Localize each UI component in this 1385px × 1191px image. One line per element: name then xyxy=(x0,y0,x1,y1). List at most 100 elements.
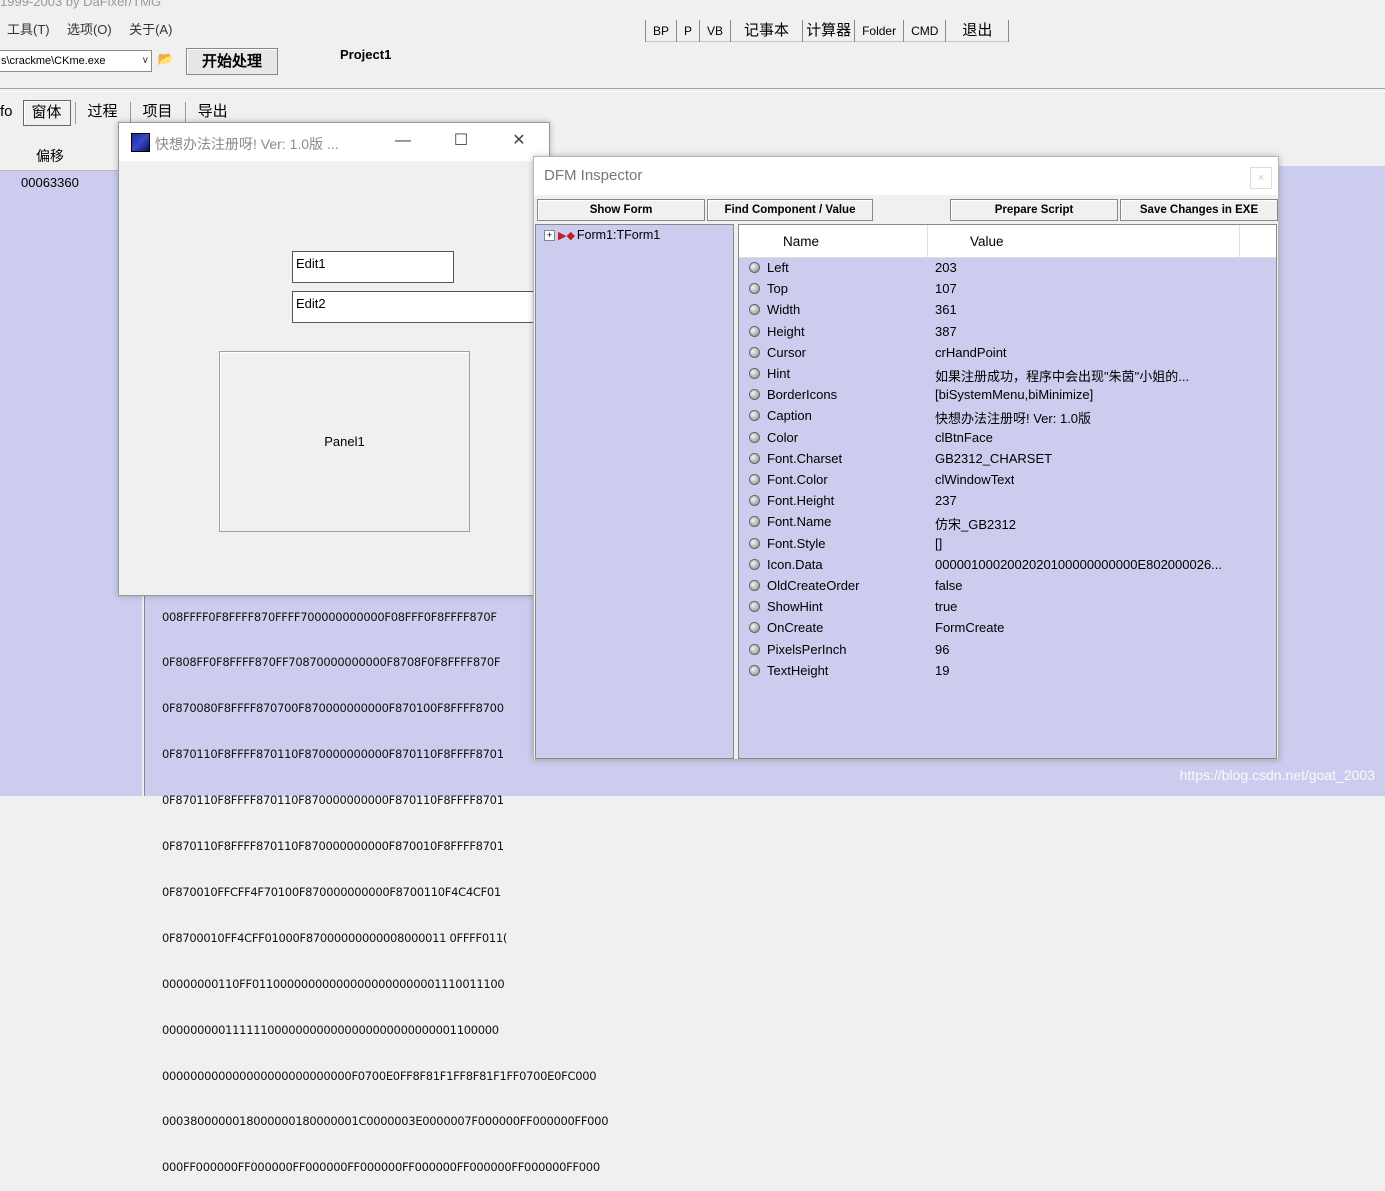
chevron-down-icon[interactable]: ∨ xyxy=(142,51,149,71)
property-value[interactable]: GB2312_CHARSET xyxy=(935,451,1052,466)
tab-info[interactable]: fo xyxy=(0,100,19,124)
property-row[interactable]: Font.Charset GB2312_CHARSET xyxy=(739,449,1276,470)
property-value[interactable]: true xyxy=(935,599,957,614)
dfm-titlebar[interactable]: DFM Inspector × xyxy=(534,157,1278,195)
form-preview-window[interactable]: 快想办法注册呀! Ver: 1.0版 ... — ☐ ✕ Edit1 Edit2… xyxy=(118,122,550,596)
show-form-button[interactable]: Show Form xyxy=(537,199,705,221)
edit1-field[interactable]: Edit1 xyxy=(292,251,454,283)
property-row[interactable]: OldCreateOrder false xyxy=(739,576,1276,597)
minimize-icon[interactable]: — xyxy=(383,127,423,155)
property-name: BorderIcons xyxy=(767,387,838,403)
property-icon xyxy=(749,283,760,295)
start-process-button[interactable]: 开始处理 xyxy=(186,48,278,75)
property-grid[interactable]: Name Value Left 203 Top 107 Width 361 Height 38… xyxy=(738,224,1277,759)
property-row[interactable]: Font.Style [] xyxy=(739,534,1276,555)
edit2-field[interactable]: Edit2 xyxy=(292,291,550,323)
property-name: Font.Color xyxy=(767,472,828,487)
property-value[interactable]: 387 xyxy=(935,324,957,339)
column-divider[interactable] xyxy=(1239,225,1240,257)
maximize-icon[interactable]: ☐ xyxy=(441,127,481,155)
file-path-combo[interactable]: s\crackme\CKme.exe ∨ xyxy=(0,50,152,72)
property-value[interactable]: 107 xyxy=(935,281,957,296)
bp-button[interactable]: BP xyxy=(646,20,678,42)
prepare-script-button[interactable]: Prepare Script xyxy=(950,199,1118,221)
panel1[interactable]: Panel1 xyxy=(219,351,470,532)
expand-icon[interactable]: + xyxy=(544,230,555,242)
property-value[interactable]: 361 xyxy=(935,302,957,317)
calculator-button[interactable]: 计算器 xyxy=(803,20,856,42)
property-value[interactable]: clWindowText xyxy=(935,472,1014,487)
property-value[interactable]: crHandPoint xyxy=(935,345,1007,360)
property-value[interactable]: 0000010002002020100000000000E802000026..… xyxy=(935,557,1222,572)
property-value[interactable]: [biSystemMenu,biMinimize] xyxy=(935,387,1093,402)
property-row[interactable]: Height 387 xyxy=(739,322,1276,343)
close-icon[interactable]: ✕ xyxy=(499,127,539,155)
property-value[interactable]: [] xyxy=(935,536,942,551)
property-row[interactable]: Cursor crHandPoint xyxy=(739,343,1276,364)
close-icon[interactable]: × xyxy=(1250,167,1272,189)
property-icon xyxy=(749,262,760,273)
property-row[interactable]: Hint 如果注册成功，程序中会出现"朱茵"小姐的... xyxy=(739,364,1276,385)
property-row[interactable]: PixelsPerInch 96 xyxy=(739,640,1276,661)
property-name: Caption xyxy=(767,408,812,424)
component-tree[interactable]: + ▶◆ Form1:TForm1 xyxy=(535,224,734,759)
menu-options[interactable]: 选项(O) xyxy=(60,19,119,41)
property-value[interactable]: 仿宋_GB2312 xyxy=(935,514,1016,533)
property-name: OnCreate xyxy=(767,620,824,636)
property-row[interactable]: ShowHint true xyxy=(739,597,1276,618)
property-row[interactable]: Font.Height 237 xyxy=(739,491,1276,512)
property-row[interactable]: OnCreate FormCreate xyxy=(739,618,1276,639)
property-row[interactable]: Left 203 xyxy=(739,258,1276,279)
menu-tools[interactable]: 工具(T) xyxy=(0,19,57,41)
property-row[interactable]: Caption 快想办法注册呀! Ver: 1.0版 xyxy=(739,406,1276,427)
tab-forms[interactable]: 窗体 xyxy=(22,100,71,126)
property-value[interactable]: 203 xyxy=(935,260,957,275)
menu-bar: 工具(T) 选项(O) 关于(A) xyxy=(0,19,179,41)
property-row[interactable]: Top 107 xyxy=(739,279,1276,300)
folder-button[interactable]: Folder xyxy=(855,20,905,42)
property-row[interactable]: TextHeight 19 xyxy=(739,661,1276,682)
menu-about[interactable]: 关于(A) xyxy=(122,19,179,41)
property-value[interactable]: false xyxy=(935,578,962,593)
tab-procedures[interactable]: 过程 xyxy=(80,100,126,124)
property-value[interactable]: 19 xyxy=(935,663,949,678)
property-value[interactable]: clBtnFace xyxy=(935,430,993,445)
offset-value[interactable]: 00063360 xyxy=(21,175,79,190)
find-component-button[interactable]: Find Component / Value xyxy=(707,199,873,221)
tab-exports[interactable]: 导出 xyxy=(190,100,236,124)
property-row[interactable]: BorderIcons [biSystemMenu,biMinimize] xyxy=(739,385,1276,406)
tree-node-form1[interactable]: + ▶◆ Form1:TForm1 xyxy=(544,228,660,242)
property-icon xyxy=(749,643,760,655)
cmd-button[interactable]: CMD xyxy=(904,20,947,42)
property-icon xyxy=(749,325,760,337)
column-divider[interactable] xyxy=(927,225,928,257)
tab-separator xyxy=(74,102,76,124)
property-value[interactable]: 237 xyxy=(935,493,957,508)
property-icon xyxy=(749,622,760,634)
app-title: 1999-2003 by DaFixer/TMG xyxy=(0,0,162,9)
save-changes-button[interactable]: Save Changes in EXE xyxy=(1120,199,1278,221)
property-value[interactable]: FormCreate xyxy=(935,620,1004,635)
column-value[interactable]: Value xyxy=(970,234,1004,249)
property-icon xyxy=(749,474,760,485)
property-row[interactable]: Icon.Data 0000010002002020100000000000E80… xyxy=(739,555,1276,576)
open-folder-icon[interactable]: 📂 xyxy=(156,51,176,71)
property-row[interactable]: Color clBtnFace xyxy=(739,428,1276,449)
p-button[interactable]: P xyxy=(677,20,701,42)
form-titlebar[interactable]: 快想办法注册呀! Ver: 1.0版 ... — ☐ ✕ xyxy=(119,123,549,161)
tab-project[interactable]: 项目 xyxy=(135,100,181,124)
column-name[interactable]: Name xyxy=(783,234,819,249)
property-value[interactable]: 如果注册成功，程序中会出现"朱茵"小姐的... xyxy=(935,366,1189,385)
property-value[interactable]: 快想办法注册呀! Ver: 1.0版 xyxy=(935,408,1091,427)
property-row[interactable]: Font.Color clWindowText xyxy=(739,470,1276,491)
column-offset[interactable]: 偏移 xyxy=(36,146,64,166)
exit-button[interactable]: 退出 xyxy=(946,20,1010,42)
property-row[interactable]: Width 361 xyxy=(739,300,1276,321)
dfm-inspector-window[interactable]: DFM Inspector × Show Form Find Component… xyxy=(533,156,1279,760)
vb-button[interactable]: VB xyxy=(700,20,732,42)
notepad-button[interactable]: 记事本 xyxy=(731,20,804,42)
property-name: Font.Height xyxy=(767,493,835,509)
hex-line: 0F870110F8FFFF870110F870000000000F870010… xyxy=(162,839,504,854)
property-row[interactable]: Font.Name 仿宋_GB2312 xyxy=(739,512,1276,533)
property-value[interactable]: 96 xyxy=(935,642,949,657)
